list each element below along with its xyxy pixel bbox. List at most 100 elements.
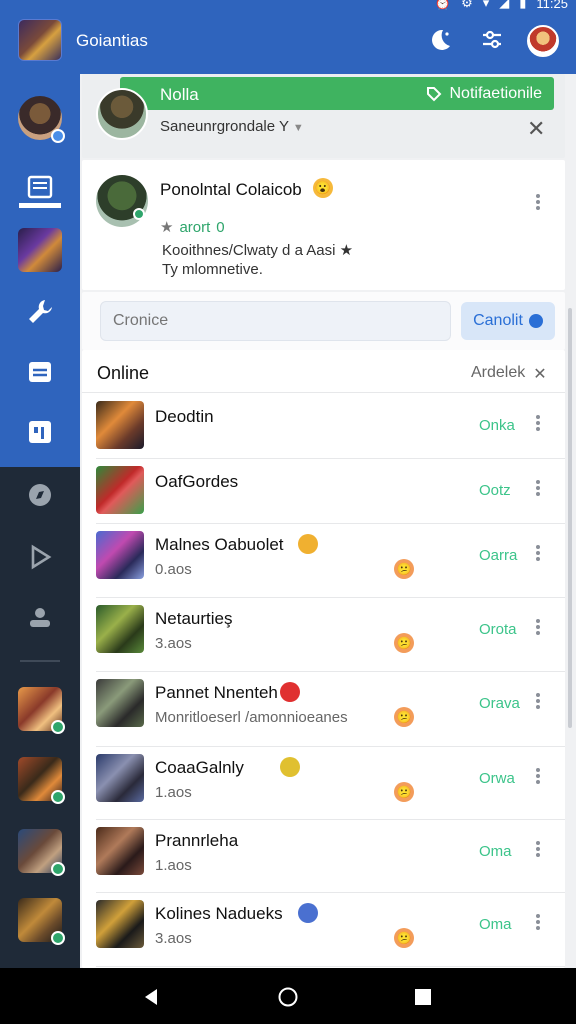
signal-icon: ◢ (499, 0, 510, 10)
reaction-emoji-icon: 😕 (394, 633, 414, 653)
list-item-status: Orava (479, 695, 520, 712)
filter-icon[interactable] (478, 26, 506, 54)
list-item-subtitle: 0.aos (155, 561, 192, 578)
profile-name: Ponolntal Colaicob (160, 180, 302, 199)
sidebar-server-1[interactable] (18, 687, 65, 734)
app-title: Goiantias (76, 31, 148, 50)
more-options-icon[interactable] (535, 766, 541, 786)
list-item[interactable]: Netaurtieş 3.aos 😕 Orota (82, 601, 565, 675)
settings-icon: ⚙ (461, 0, 473, 10)
back-icon[interactable] (141, 987, 161, 1007)
profile-more-icon[interactable] (535, 192, 541, 212)
cancel-label: Canolit (473, 312, 523, 329)
close-icon[interactable]: ✕ (533, 364, 546, 384)
surprised-emoji-icon: 😮 (313, 178, 333, 198)
wrench-icon (29, 300, 52, 323)
list-item-status: Oarra (479, 547, 518, 564)
list-item[interactable]: CoaaGalnly 1.aos 😕 Orwa (82, 750, 565, 824)
badge-icon (298, 903, 318, 923)
sidebar-user-avatar[interactable] (18, 96, 65, 143)
home-icon[interactable] (277, 986, 299, 1008)
server-avatar[interactable] (96, 88, 148, 140)
sidebar-item-list[interactable] (18, 350, 62, 394)
section-action[interactable]: Ardelek ✕ (471, 364, 547, 384)
list-item-status: Oma (479, 916, 512, 933)
sidebar-server-4[interactable] (18, 898, 65, 945)
more-options-icon[interactable] (535, 617, 541, 637)
divider (82, 392, 565, 393)
list-item-name: CoaaGalnly (155, 758, 244, 777)
reaction-emoji-icon: 😕 (394, 928, 414, 948)
profile-avatar[interactable] (527, 25, 559, 57)
game-avatar (96, 605, 144, 653)
profile-bio-line-1: Kooithnes/Clwaty d a Aasi ★ (162, 242, 354, 259)
cancel-button[interactable]: Canolit (461, 302, 555, 340)
list-item-subtitle: 3.aos (155, 635, 192, 652)
server-caret: Y (279, 118, 289, 135)
more-options-icon[interactable] (535, 413, 541, 433)
list-item-status: Orota (479, 621, 517, 638)
game-avatar (96, 531, 144, 579)
online-indicator (133, 208, 145, 220)
person-icon (30, 608, 50, 627)
list-item-subtitle: 1.aos (155, 784, 192, 801)
more-options-icon[interactable] (535, 912, 541, 932)
shield-icon (528, 314, 543, 328)
reaction-emoji-icon: 😕 (394, 707, 414, 727)
sidebar-item-documents[interactable] (18, 168, 62, 212)
more-options-icon[interactable] (535, 691, 541, 711)
list-item[interactable]: Pannet Nnenteh Monritloeserl /amonnioeane… (82, 675, 565, 749)
sidebar-server-3[interactable] (18, 829, 65, 876)
app-bar: ⏰ ⚙ ▾ ◢ ▮ 11:25 Goiantias (0, 0, 576, 74)
sidebar-item-play[interactable] (18, 535, 62, 579)
game-avatar (96, 679, 144, 727)
close-icon[interactable]: ✕ (527, 116, 545, 142)
divider (96, 523, 565, 524)
list-item-name: Pannet Nnenteh (155, 683, 278, 702)
section-action-label: Ardelek (471, 364, 526, 381)
sidebar-game-thumb[interactable] (18, 228, 62, 272)
list-item-name: OafGordes (155, 472, 239, 491)
list-item[interactable]: Malnes Oabuolet 0.aos 😕 Oarra (82, 527, 565, 601)
sidebar-item-profile[interactable] (18, 596, 62, 640)
badge-icon (280, 757, 300, 777)
game-avatar (96, 900, 144, 948)
profile-bio-line-2: Ty mlomnetive. (162, 261, 263, 278)
list-item-status: Oma (479, 843, 512, 860)
night-mode-icon[interactable] (426, 26, 454, 54)
list-item-name: Deodtin (155, 407, 214, 426)
list-icon (29, 362, 51, 382)
more-options-icon[interactable] (535, 839, 541, 859)
divider (96, 892, 565, 893)
search-input[interactable] (100, 301, 451, 341)
battery-icon: ▮ (519, 0, 527, 10)
alarm-icon: ⏰ (434, 0, 452, 10)
sidebar-item-board[interactable] (18, 410, 62, 454)
notification-banner[interactable]: Nolla Notifaetionile (120, 77, 554, 110)
server-name: Saneunrgrondale (160, 118, 276, 135)
list-item[interactable]: Prannrleha 1.aos Oma (82, 823, 565, 897)
more-options-icon[interactable] (535, 543, 541, 563)
server-selector[interactable]: Saneunrgrondale Y ▼ (160, 118, 304, 135)
divider (96, 671, 565, 672)
list-item-status: Ootz (479, 482, 511, 499)
recents-icon[interactable] (414, 988, 432, 1006)
more-options-icon[interactable] (535, 478, 541, 498)
divider (96, 746, 565, 747)
list-item-status: Orwa (479, 770, 515, 787)
list-item-subtitle: Monritloeserl /amonnioeanes (155, 709, 348, 726)
section-title: Online (97, 363, 150, 383)
divider (96, 819, 565, 820)
play-icon (31, 544, 52, 570)
badge-icon (298, 534, 318, 554)
app-logo[interactable] (18, 19, 62, 61)
scrollbar[interactable] (568, 308, 572, 728)
list-item[interactable]: Kolines Nadueks 3.aos 😕 Oma (82, 896, 565, 970)
sidebar-item-explore[interactable] (18, 473, 62, 517)
game-avatar (96, 754, 144, 802)
list-item[interactable]: Deodtin Onka (82, 397, 565, 471)
sidebar-item-tools[interactable] (18, 290, 62, 334)
list-item[interactable]: OafGordes Ootz (82, 462, 565, 536)
sidebar-server-2[interactable] (18, 757, 65, 804)
divider (96, 458, 565, 459)
